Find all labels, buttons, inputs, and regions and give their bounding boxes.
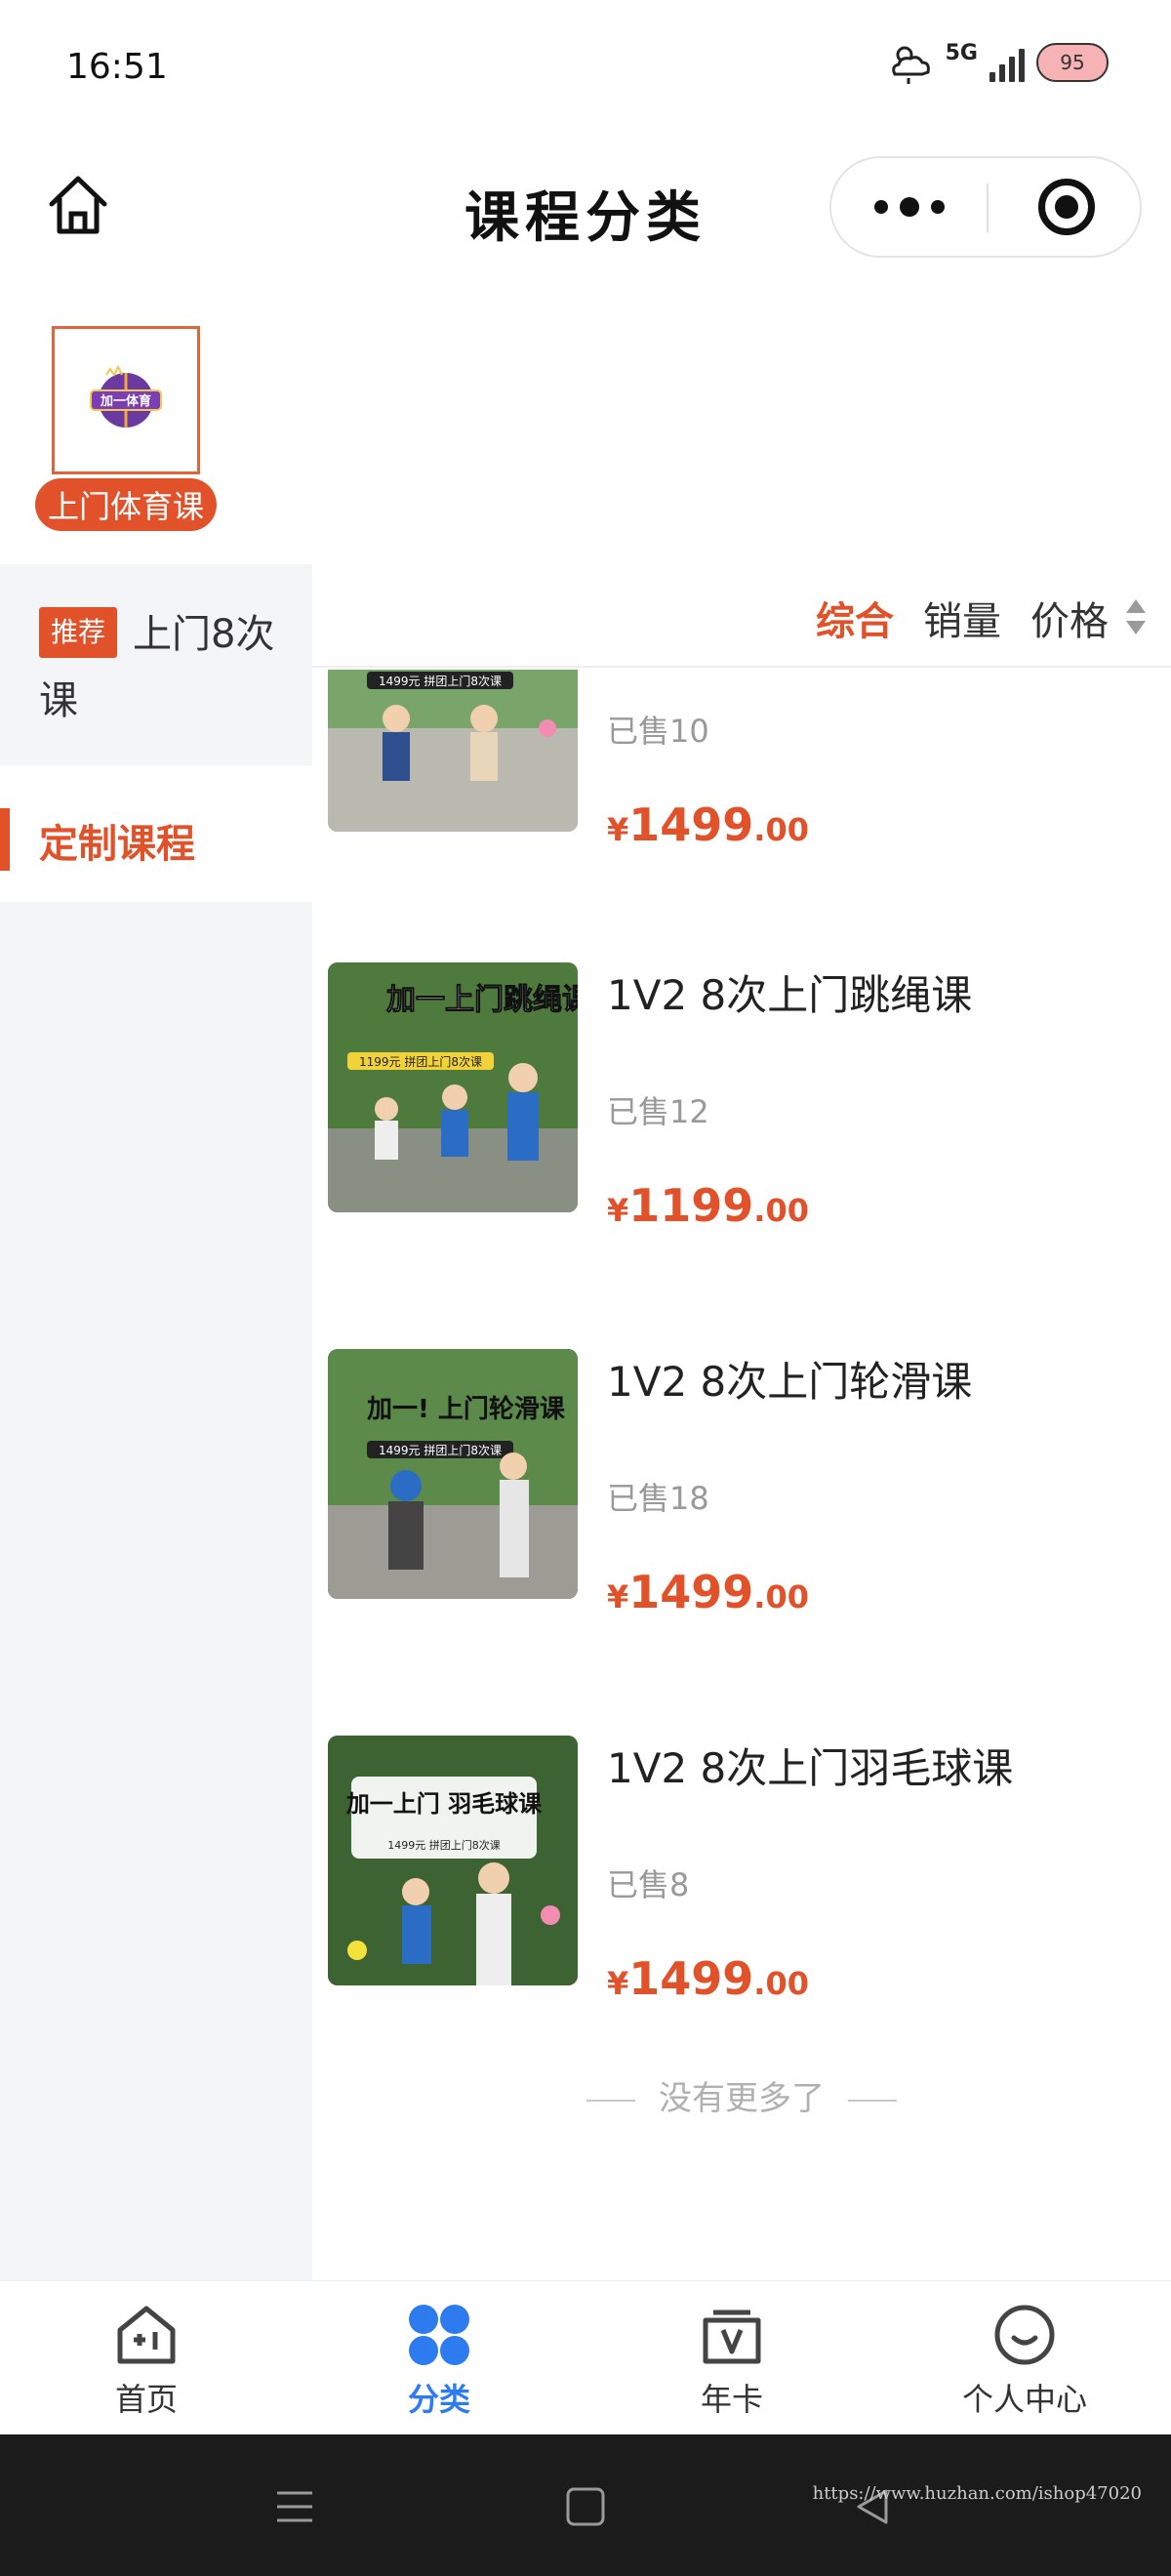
logo-text: 加一体育 xyxy=(100,393,151,409)
more-button[interactable] xyxy=(831,158,987,256)
sidebar-item-custom[interactable]: 定制课程 xyxy=(0,765,312,902)
product-price: ¥1499.00 xyxy=(607,1566,809,1618)
sort-arrows-icon[interactable] xyxy=(1124,597,1148,636)
sort-bar: 综合 销量 价格 xyxy=(312,564,1171,668)
product-name: 1V2 8次上门轮滑课 xyxy=(607,1358,973,1406)
list-end-text: 没有更多了 xyxy=(312,2071,1171,2119)
tab-home[interactable]: 首页 xyxy=(0,2301,293,2428)
price-decimal: .00 xyxy=(753,1965,809,2002)
home-system-button[interactable] xyxy=(556,2477,615,2536)
product-sold: 已售10 xyxy=(607,713,709,750)
tab-label: 个人中心 xyxy=(961,2381,1087,2418)
sidebar-item-label: 定制课程 xyxy=(39,822,195,867)
miniprogram-capsule xyxy=(829,156,1142,258)
product-thumbnail: 1499元 拼团上门8次课 xyxy=(328,670,578,832)
product-sold: 已售8 xyxy=(607,1866,690,1903)
thumb-title: 加一! 上门轮滑课 xyxy=(367,1395,566,1424)
price-integer: 1499 xyxy=(628,1566,754,1618)
list-end-label: 没有更多了 xyxy=(659,2079,825,2118)
divider-line xyxy=(586,2099,635,2102)
more-dot-icon xyxy=(899,197,919,217)
tab-profile[interactable]: 个人中心 xyxy=(878,2301,1171,2428)
tab-category[interactable]: 分类 xyxy=(293,2301,586,2428)
price-decimal: .00 xyxy=(753,1578,809,1615)
watermark-text: https://www.huzhan.com/ishop47020 xyxy=(812,2483,1142,2504)
network-label: 5G xyxy=(945,40,978,65)
thumb-text: 1499元 拼团上门8次课 xyxy=(379,1443,502,1457)
close-miniprogram-button[interactable] xyxy=(989,158,1144,256)
nav-bar: 课程分类 xyxy=(0,137,1171,273)
recommend-badge: 推荐 xyxy=(39,607,118,658)
square-home-icon xyxy=(566,2487,605,2526)
thumb-title: 加一上门跳绳课 xyxy=(386,983,578,1017)
thumb-text: 1499元 拼团上门8次课 xyxy=(379,674,502,688)
sort-price[interactable]: 价格 xyxy=(1030,590,1109,646)
product-thumbnail: 加一! 上门轮滑课 1499元 拼团上门8次课 xyxy=(328,1349,578,1599)
product-name: 1V2 8次上门跳绳课 xyxy=(607,971,973,1019)
product-price: ¥1499.00 xyxy=(607,1952,809,2005)
home-plus-icon xyxy=(112,2301,181,2369)
system-nav-bar xyxy=(0,2434,1171,2576)
status-bar: 16:51 5G 95 xyxy=(0,0,1171,137)
battery-icon: 95 xyxy=(1036,43,1109,82)
more-dot-icon xyxy=(873,200,888,214)
category-label: 上门体育课 xyxy=(35,478,217,531)
sort-comprehensive[interactable]: 综合 xyxy=(816,590,894,646)
tab-label: 首页 xyxy=(114,2381,178,2418)
thumb-text: 1199元 拼团上门8次课 xyxy=(359,1054,482,1069)
price-currency: ¥ xyxy=(607,1965,629,2002)
product-item[interactable]: 加一上门 羽毛球课 1499元 拼团上门8次课 1V2 8次上门羽毛球课 已售8… xyxy=(312,1736,1171,2005)
basketball-logo-icon: 加一体育 xyxy=(90,364,162,428)
tab-label: 年卡 xyxy=(700,2381,763,2418)
product-thumbnail: 加一上门 羽毛球课 1499元 拼团上门8次课 xyxy=(328,1736,578,1985)
more-dot-icon xyxy=(930,200,945,214)
tab-annual-card[interactable]: 年卡 xyxy=(586,2301,878,2428)
smile-profile-icon xyxy=(990,2301,1059,2369)
product-item[interactable]: 1499元 拼团上门8次课 已售10 ¥1499.00 xyxy=(312,670,1171,851)
vip-card-icon xyxy=(698,2301,766,2369)
tab-label: 分类 xyxy=(407,2381,470,2418)
price-integer: 1499 xyxy=(628,1952,754,2005)
price-currency: ¥ xyxy=(607,1578,629,1615)
menu-icon xyxy=(277,2491,312,2522)
product-thumbnail: 加一上门跳绳课 1199元 拼团上门8次课 xyxy=(328,962,578,1212)
product-price: ¥1199.00 xyxy=(607,1179,809,1232)
thumb-title: 加一上门 羽毛球课 xyxy=(346,1790,543,1818)
sort-sales[interactable]: 销量 xyxy=(923,590,1001,646)
product-item[interactable]: 加一上门跳绳课 1199元 拼团上门8次课 1V2 8次上门跳绳课 已售12 ¥… xyxy=(312,962,1171,1232)
product-image: 加一上门跳绳课 1199元 拼团上门8次课 xyxy=(328,962,578,1212)
product-image: 加一上门 羽毛球课 1499元 拼团上门8次课 xyxy=(328,1736,578,1985)
price-currency: ¥ xyxy=(607,1192,629,1229)
product-image: 加一! 上门轮滑课 1499元 拼团上门8次课 xyxy=(328,1349,578,1599)
product-price: ¥1499.00 xyxy=(607,798,809,851)
price-integer: 1499 xyxy=(628,798,754,851)
price-integer: 1199 xyxy=(628,1179,754,1232)
menu-button[interactable] xyxy=(265,2477,324,2536)
divider-line xyxy=(848,2099,897,2102)
price-currency: ¥ xyxy=(607,811,629,848)
sidebar-item-recommend[interactable]: 推荐 上门8次课 xyxy=(0,564,312,765)
weather-icon xyxy=(891,46,930,84)
thumb-text: 1499元 拼团上门8次课 xyxy=(387,1838,501,1852)
status-time: 16:51 xyxy=(66,47,168,87)
price-decimal: .00 xyxy=(753,1192,809,1229)
status-icons: 5G 95 xyxy=(887,41,1109,84)
product-image: 1499元 拼团上门8次课 xyxy=(328,670,578,832)
sidebar: 推荐 上门8次课 定制课程 xyxy=(0,564,312,2280)
grid-icon xyxy=(405,2301,473,2369)
product-item[interactable]: 加一! 上门轮滑课 1499元 拼团上门8次课 1V2 8次上门轮滑课 已售18… xyxy=(312,1349,1171,1618)
product-sold: 已售12 xyxy=(607,1093,709,1130)
product-name: 1V2 8次上门羽毛球课 xyxy=(607,1744,1014,1792)
signal-icon xyxy=(989,43,1025,82)
category-logo: 加一体育 xyxy=(52,326,200,474)
product-list: 1499元 拼团上门8次课 已售10 ¥1499.00 加一上门跳绳课 1199… xyxy=(312,670,1171,2280)
product-sold: 已售18 xyxy=(607,1480,709,1517)
active-indicator xyxy=(0,808,10,871)
battery-level: 95 xyxy=(1060,51,1085,74)
target-icon xyxy=(1037,179,1095,235)
price-decimal: .00 xyxy=(753,811,809,848)
tab-bar: 首页 分类 年卡 个人中心 xyxy=(0,2280,1171,2434)
